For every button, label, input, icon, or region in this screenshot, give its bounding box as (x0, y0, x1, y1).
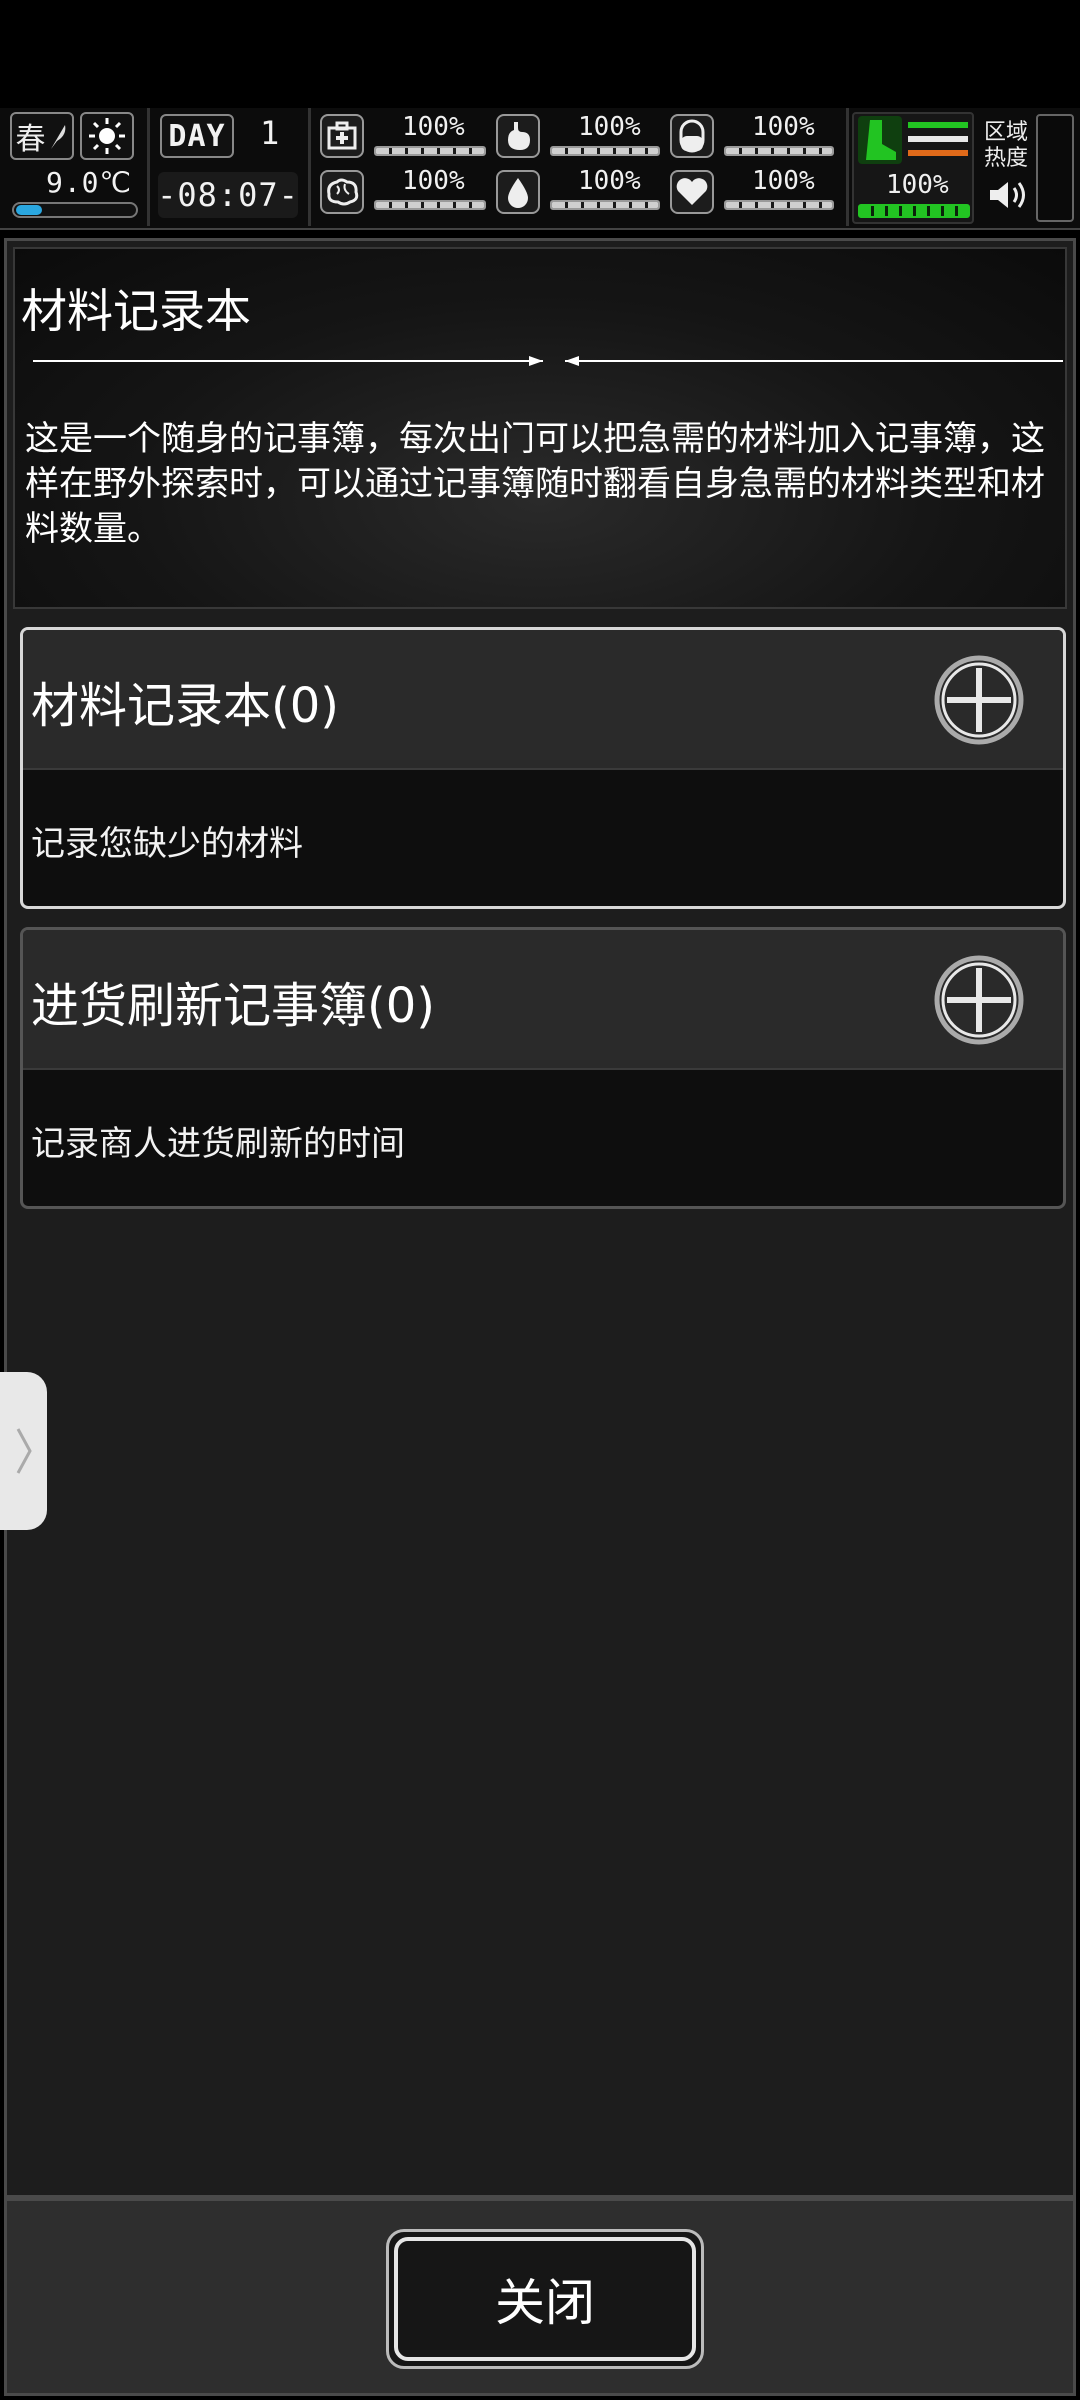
immunity-bar (724, 146, 834, 156)
health-bar (374, 146, 486, 156)
season-label: 春 (15, 122, 46, 157)
add-circle-icon[interactable] (933, 654, 1025, 746)
stamina-bar (858, 204, 970, 218)
stamina-percent: 100% (886, 170, 949, 200)
card-title: 进货刷新记事簿(0) (31, 978, 435, 1034)
feather-icon (50, 125, 65, 149)
mood-bar (724, 200, 834, 210)
immunity-percent: 100% (752, 112, 815, 142)
hunger-bar-fill (552, 148, 658, 154)
health-bar-fill (376, 148, 484, 154)
boot-icon (858, 116, 902, 164)
immunity-bar-fill (726, 148, 832, 154)
health-percent: 100% (402, 112, 465, 142)
heart-icon (670, 170, 714, 214)
day-number: 1 (260, 114, 281, 152)
time-display: -08:07- (157, 172, 299, 218)
speaker-icon[interactable] (988, 178, 1028, 212)
card-subtitle: 记录您缺少的材料 (31, 824, 303, 864)
system-status-bar (0, 0, 1080, 108)
footer-bar: 关闭 (4, 2198, 1076, 2396)
notebook-panel: 材料记录本 这是一个随身的记事簿，每次出门可以把急需的材料加入记事簿，这样在野外… (4, 238, 1076, 2198)
stomach-icon (496, 114, 540, 158)
mood-percent: 100% (752, 166, 815, 196)
add-circle-icon[interactable] (933, 954, 1025, 1046)
stamina-bar-fill (860, 206, 968, 216)
thermometer-gauge (12, 202, 138, 218)
day-label: DAY (168, 118, 226, 154)
chevron-right-icon (16, 1428, 32, 1474)
stamina-stripes (908, 122, 968, 162)
card-header: 材料记录本(0) (23, 630, 1063, 770)
region-heat-meter (1036, 114, 1074, 222)
title-divider (33, 356, 1063, 366)
stamina-panel: 100% (852, 112, 974, 224)
mood-bar-fill (726, 202, 832, 208)
hunger-bar (550, 146, 660, 156)
side-drawer-handle[interactable] (0, 1372, 47, 1530)
sanity-percent: 100% (402, 166, 465, 196)
temperature-readout: 9.0℃ (10, 166, 138, 222)
close-button-label: 关闭 (394, 2237, 696, 2361)
season-badge: 春 (10, 112, 74, 160)
pill-icon (670, 114, 714, 158)
region-heat-label: 区域热度 (984, 120, 1029, 171)
page-title: 材料记录本 (21, 284, 251, 338)
thirst-bar-fill (552, 202, 658, 208)
temperature-value: 9.0℃ (45, 166, 132, 199)
hunger-percent: 100% (578, 112, 641, 142)
game-hud: 春 9.0℃ DAY 1 -08:07- 100% 100% 100% 100% (0, 108, 1080, 230)
clock-time: -08:07- (157, 176, 299, 214)
brain-icon (320, 170, 364, 214)
material-notebook-card[interactable]: 材料记录本(0) 记录您缺少的材料 (20, 627, 1066, 909)
weather-sun-icon (80, 112, 134, 160)
intro-section: 材料记录本 这是一个随身的记事簿，每次出门可以把急需的材料加入记事簿，这样在野外… (13, 247, 1067, 609)
thirst-percent: 100% (578, 166, 641, 196)
restock-notebook-card[interactable]: 进货刷新记事簿(0) 记录商人进货刷新的时间 (20, 927, 1066, 1209)
close-button[interactable]: 关闭 (386, 2229, 704, 2369)
sanity-bar (374, 200, 486, 210)
water-drop-icon (496, 170, 540, 214)
card-header: 进货刷新记事簿(0) (23, 930, 1063, 1070)
thirst-bar (550, 200, 660, 210)
card-subtitle: 记录商人进货刷新的时间 (31, 1124, 405, 1164)
day-display: DAY (160, 114, 234, 158)
medkit-icon (320, 114, 364, 158)
sanity-bar-fill (376, 202, 484, 208)
intro-description: 这是一个随身的记事簿，每次出门可以把急需的材料加入记事簿，这样在野外探索时，可以… (25, 419, 1045, 549)
card-title: 材料记录本(0) (31, 678, 339, 734)
